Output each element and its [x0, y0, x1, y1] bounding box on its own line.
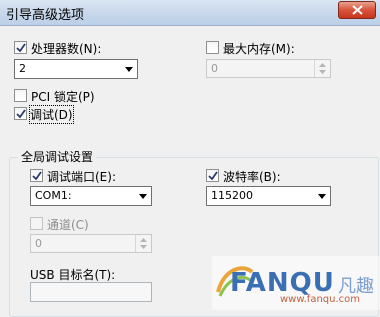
max-memory-checkbox[interactable] — [206, 41, 219, 54]
baud-rate-label: 波特率(B): — [223, 170, 281, 184]
debug-port-label: 调试端口(E): — [47, 170, 116, 184]
channel-label: 通道(C) — [47, 218, 89, 232]
processors-value: 2 — [19, 62, 26, 75]
processors-label: 处理器数(N): — [31, 42, 102, 56]
arrow-up-icon — [319, 63, 326, 67]
checkmark-icon — [16, 109, 26, 119]
close-icon — [352, 5, 363, 15]
debug-port-select[interactable]: COM1: — [30, 186, 152, 206]
chevron-down-icon — [139, 194, 147, 199]
checkmark-icon — [32, 171, 42, 181]
window-title: 引导高级选项 — [6, 8, 85, 23]
chevron-down-icon — [318, 194, 326, 199]
debug-checkbox[interactable] — [14, 107, 27, 120]
global-debug-title: 全局调试设置 — [18, 148, 97, 165]
max-memory-stepper[interactable]: 0 — [206, 59, 331, 78]
checkmark-icon — [208, 171, 218, 181]
baud-rate-select[interactable]: 115200 — [206, 186, 331, 206]
channel-checkbox[interactable] — [30, 217, 43, 230]
pci-lock-label: PCI 锁定(P) — [31, 90, 95, 104]
channel-stepper[interactable]: 0 — [30, 234, 152, 253]
pci-lock-checkbox[interactable] — [14, 89, 27, 102]
title-bar: 引导高级选项 — [0, 0, 380, 26]
baud-rate-value: 115200 — [211, 189, 253, 202]
processors-checkbox[interactable] — [14, 41, 27, 54]
chevron-down-icon — [125, 67, 133, 72]
arrow-down-icon — [319, 70, 326, 74]
usb-target-label: USB 目标名(T): — [30, 268, 116, 282]
max-memory-value: 0 — [211, 62, 218, 75]
usb-target-input[interactable] — [30, 282, 152, 302]
channel-value: 0 — [35, 237, 42, 250]
baud-rate-checkbox[interactable] — [206, 169, 219, 182]
debug-label: 调试(D) — [29, 105, 74, 124]
close-button[interactable] — [338, 1, 376, 19]
watermark-url: www.fanqu.com — [280, 294, 361, 305]
debug-port-value: COM1: — [35, 189, 72, 202]
arrow-up-icon — [140, 238, 147, 242]
stepper-buttons[interactable] — [135, 235, 151, 252]
debug-port-checkbox[interactable] — [30, 169, 43, 182]
stepper-buttons[interactable] — [314, 60, 330, 77]
checkmark-icon — [16, 43, 26, 53]
max-memory-label: 最大内存(M): — [223, 42, 295, 56]
arrow-down-icon — [140, 245, 147, 249]
processors-select[interactable]: 2 — [14, 59, 138, 79]
